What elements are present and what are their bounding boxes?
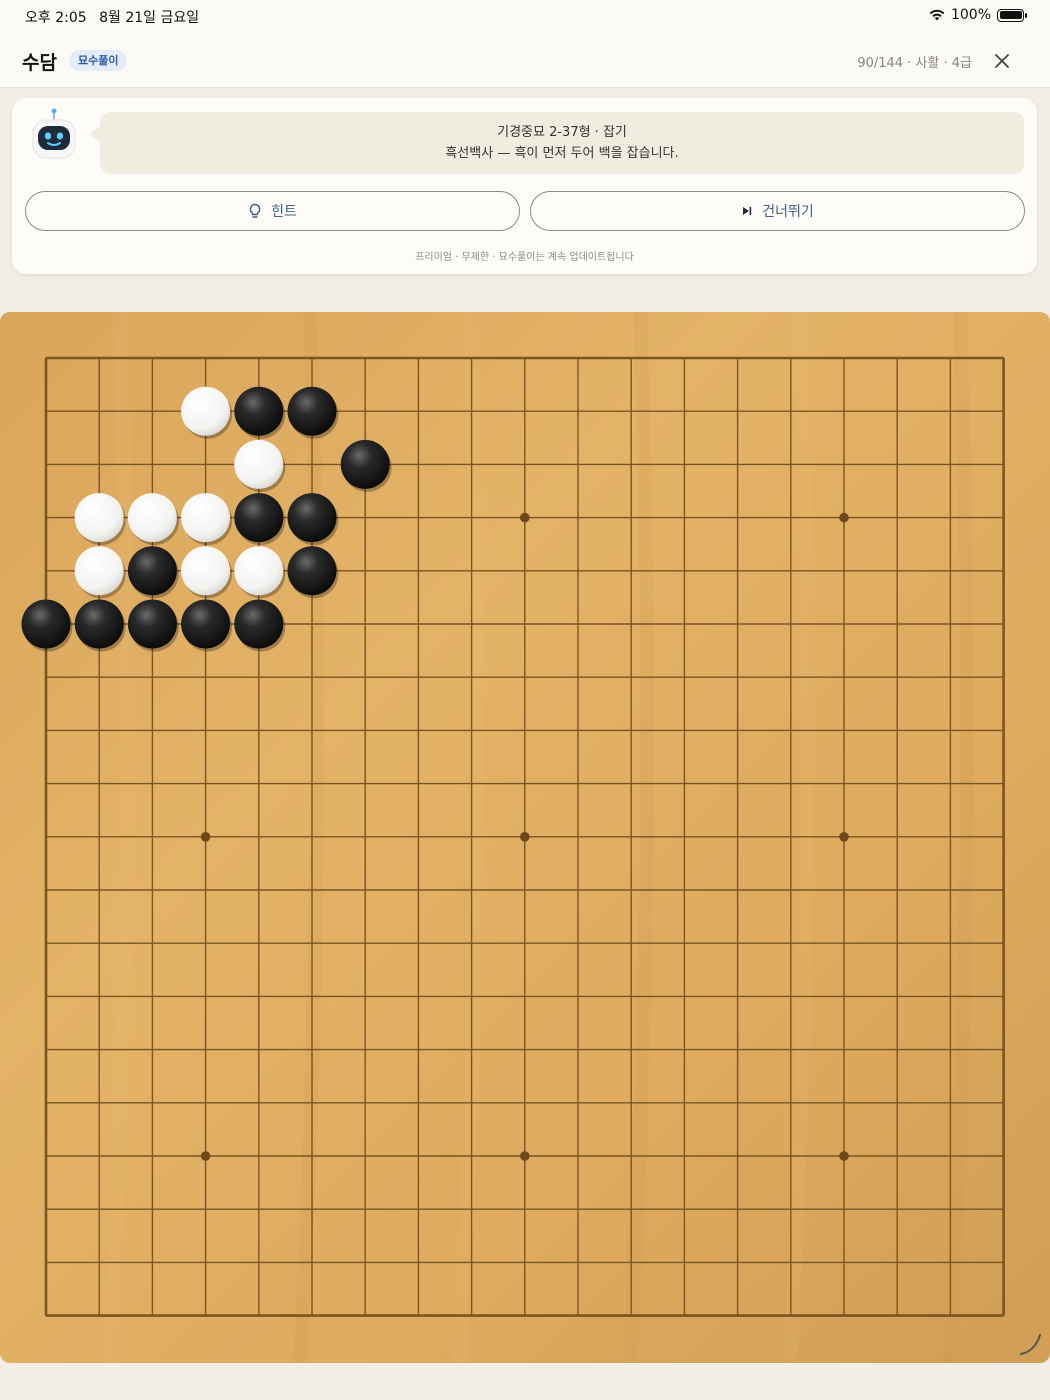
black-stone-body bbox=[234, 599, 284, 649]
white-stone-body bbox=[234, 546, 284, 596]
black-stone-body bbox=[127, 599, 177, 649]
problem-card: 기경중묘 2-37형 · 잡기 흑선백사 — 흑이 먼저 두어 백을 잡습니다.… bbox=[12, 98, 1037, 274]
star-point bbox=[520, 512, 530, 523]
black-stone-body bbox=[234, 386, 284, 436]
hint-button[interactable]: 힌트 bbox=[25, 191, 520, 231]
problem-title: 기경중묘 2-37형 · 잡기 bbox=[497, 125, 627, 140]
star-point bbox=[520, 1151, 530, 1161]
nav-header: 수담 묘수풀이 90/144 · 사활 · 4급 bbox=[0, 34, 1050, 88]
white-stone-body bbox=[74, 546, 124, 596]
black-stone-body bbox=[234, 493, 284, 543]
problem-progress: 90/144 · 사활 · 4급 bbox=[857, 56, 972, 71]
star-point bbox=[839, 832, 849, 842]
problem-description: 기경중묘 2-37형 · 잡기 흑선백사 — 흑이 먼저 두어 백을 잡습니다. bbox=[89, 112, 1024, 174]
black-stone-body bbox=[287, 493, 337, 543]
close-icon[interactable] bbox=[990, 49, 1014, 73]
white-stone-body bbox=[127, 493, 177, 543]
skip-forward-icon bbox=[743, 207, 752, 215]
white-stone-body bbox=[181, 546, 231, 596]
black-stone-body bbox=[181, 599, 231, 649]
star-point bbox=[839, 512, 849, 523]
problem-instruction: 흑선백사 — 흑이 먼저 두어 백을 잡습니다. bbox=[445, 146, 679, 161]
skip-button-label: 건너뛰기 bbox=[762, 204, 814, 220]
go-board[interactable] bbox=[0, 312, 1050, 1363]
white-stone-body bbox=[234, 439, 284, 489]
black-stone-body bbox=[74, 599, 124, 649]
status-bar: 오후 2:05 8월 21일 금요일 100% bbox=[0, 0, 1050, 34]
star-point bbox=[520, 832, 530, 842]
app-title: 수담 bbox=[22, 52, 57, 74]
skip-button[interactable]: 건너뛰기 bbox=[530, 191, 1025, 231]
white-stone-body bbox=[181, 386, 231, 436]
mode-badge: 묘수풀이 bbox=[69, 50, 128, 71]
wifi-icon bbox=[929, 9, 945, 21]
white-stone-body bbox=[181, 493, 231, 543]
black-stone-body bbox=[340, 439, 390, 489]
black-stone-body bbox=[21, 599, 71, 649]
star-point bbox=[200, 832, 211, 842]
battery-percent: 100% bbox=[950, 7, 991, 23]
status-date: 8월 21일 금요일 bbox=[99, 10, 200, 26]
premium-footnote: 프리미엄 · 무제한 · 묘수풀이는 계속 업데이트됩니다 bbox=[415, 252, 634, 263]
lightbulb-icon bbox=[249, 203, 261, 218]
black-stone-body bbox=[287, 386, 337, 436]
hint-button-label: 힌트 bbox=[271, 204, 297, 220]
white-stone-body bbox=[74, 493, 124, 543]
board-container bbox=[0, 312, 1050, 1363]
black-stone-body bbox=[287, 546, 337, 596]
battery-icon bbox=[997, 8, 1027, 22]
resize-handle-icon[interactable] bbox=[1018, 1331, 1044, 1357]
status-indicators: 100% bbox=[929, 7, 1027, 23]
robot-avatar-icon bbox=[32, 108, 76, 159]
status-time: 오후 2:05 8월 21일 금요일 bbox=[25, 7, 199, 27]
star-point bbox=[839, 1151, 849, 1161]
black-stone-body bbox=[127, 546, 177, 596]
star-point bbox=[200, 1151, 211, 1161]
status-clock: 오후 2:05 bbox=[25, 10, 87, 26]
